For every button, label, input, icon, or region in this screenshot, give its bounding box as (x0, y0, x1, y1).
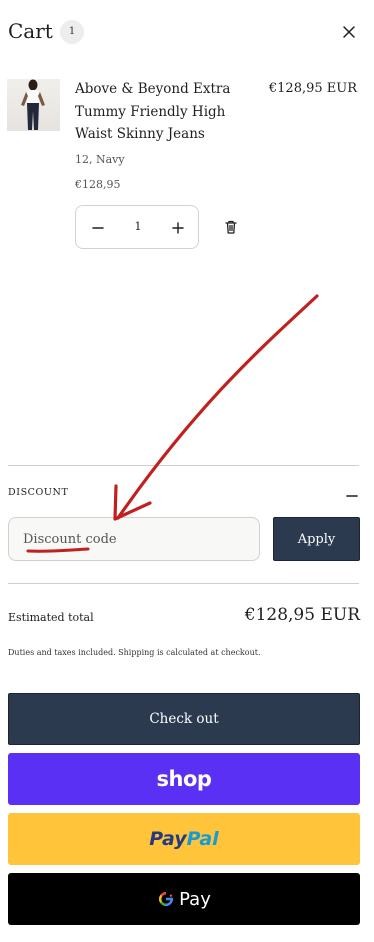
close-button[interactable] (337, 20, 361, 44)
product-title-link[interactable]: Above & Beyond Extra Tummy Friendly High… (75, 78, 245, 146)
product-image (21, 79, 45, 130)
minus-icon (92, 227, 104, 229)
collapse-minus-icon (346, 495, 358, 497)
discount-collapse-toggle[interactable] (344, 487, 360, 501)
quantity-stepper: 1 (75, 205, 199, 249)
discount-code-input[interactable] (8, 517, 260, 561)
paypal-button[interactable]: Pay Pal (8, 813, 360, 865)
apply-discount-button[interactable]: Apply (273, 517, 360, 561)
product-variant: 12, Navy (75, 153, 125, 166)
shop-pay-logo: shop (156, 767, 212, 791)
plus-icon (172, 222, 184, 234)
product-thumbnail[interactable] (7, 79, 60, 131)
divider (8, 583, 359, 584)
increase-quantity-button[interactable] (166, 216, 190, 240)
cart-title: Cart (8, 19, 53, 43)
cart-count-badge: 1 (60, 20, 84, 44)
remove-item-button[interactable] (221, 217, 241, 237)
trash-icon (225, 220, 237, 234)
divider (8, 465, 359, 466)
paypal-logo-part1: Pay (149, 828, 187, 850)
google-pay-button[interactable]: Pay (8, 873, 360, 925)
estimated-total-value: €128,95 EUR (244, 605, 360, 625)
discount-heading: DISCOUNT (8, 487, 69, 498)
tax-shipping-note: Duties and taxes included. Shipping is c… (8, 648, 261, 657)
estimated-total-label: Estimated total (8, 611, 94, 624)
checkout-button[interactable]: Check out (8, 693, 360, 745)
google-pay-label: Pay (179, 888, 211, 910)
shop-pay-button[interactable]: shop (8, 753, 360, 805)
decrease-quantity-button[interactable] (86, 216, 110, 240)
google-g-icon (159, 892, 174, 906)
close-icon (343, 26, 355, 38)
line-total-price: €128,95 EUR (268, 81, 357, 96)
quantity-input[interactable]: 1 (120, 206, 156, 248)
paypal-logo-part2: Pal (186, 828, 219, 850)
unit-price: €128,95 (75, 178, 121, 191)
